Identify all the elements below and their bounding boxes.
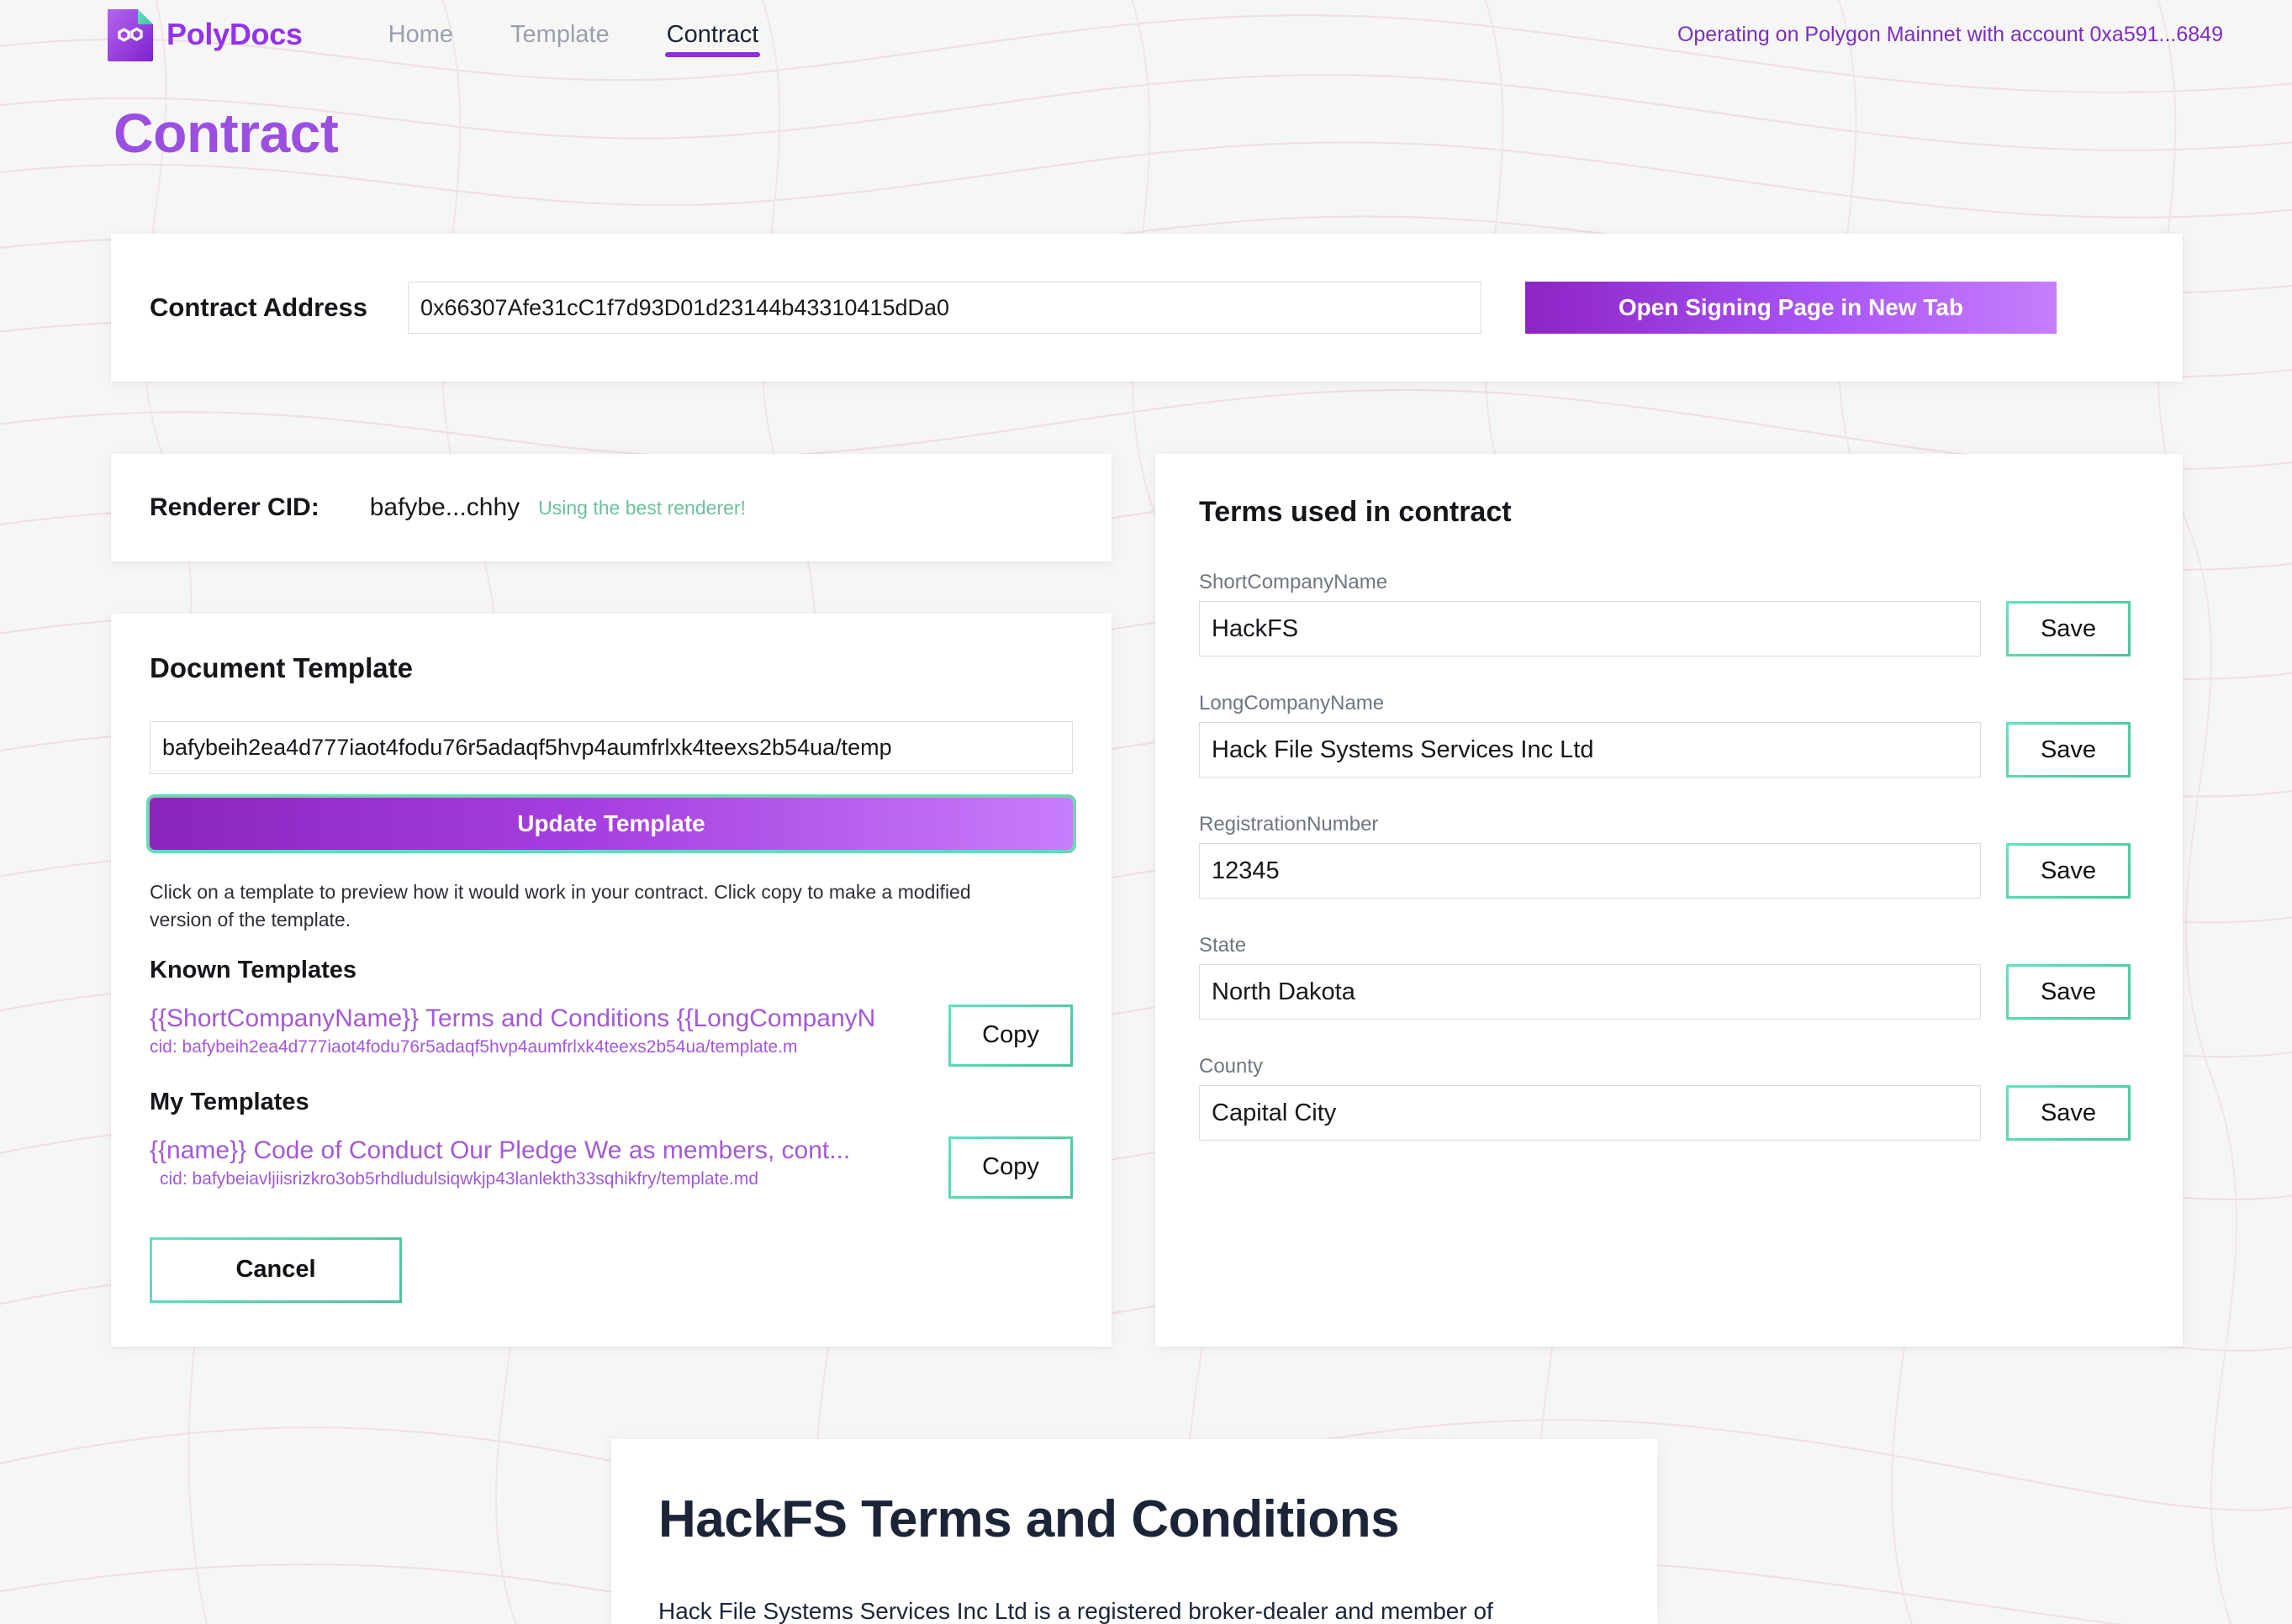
term-label: County <box>1199 1055 1264 1078</box>
template-help-text: Click on a template to preview how it wo… <box>150 881 971 931</box>
update-template-button[interactable]: Update Template <box>146 794 1076 853</box>
known-template-info: {{ShortCompanyName}} Terms and Condition… <box>150 1003 875 1058</box>
nav-link-contract[interactable]: Contract <box>638 0 788 69</box>
save-longcompanyname-button[interactable]: Save <box>2006 722 2131 778</box>
page-root: PolyDocs Home Template Contract Operatin… <box>0 0 2292 1624</box>
my-template-item[interactable]: {{name}} Code of Conduct Our Pledge We a… <box>150 1135 1073 1199</box>
open-signing-page-button[interactable]: Open Signing Page in New Tab <box>1524 282 2057 334</box>
term-row: Save <box>1199 601 2139 656</box>
account-status: Operating on Polygon Mainnet with accoun… <box>1677 22 2223 46</box>
contract-address-card: Contract Address Open Signing Page in Ne… <box>111 234 2183 382</box>
document-preview-title: HackFS Terms and Conditions <box>658 1490 1400 1548</box>
save-county-button[interactable]: Save <box>2006 1085 2131 1141</box>
known-templates-heading: Known Templates <box>150 956 356 983</box>
known-template-cid: cid: bafybeih2ea4d777iaot4fodu76r5adaqf5… <box>150 1037 798 1057</box>
navbar: PolyDocs Home Template Contract Operatin… <box>0 0 2292 69</box>
renderer-cid-card: Renderer CID: bafybe...chhy Using the be… <box>111 454 1112 562</box>
copy-my-template-button[interactable]: Copy <box>948 1136 1073 1199</box>
term-field-registrationnumber: RegistrationNumber Save <box>1199 813 2139 899</box>
term-field-county: County Save <box>1199 1055 2139 1141</box>
document-preview-card: HackFS Terms and Conditions Hack File Sy… <box>611 1439 1657 1624</box>
copy-known-template-button[interactable]: Copy <box>948 1004 1073 1067</box>
cancel-button[interactable]: Cancel <box>150 1237 402 1303</box>
save-state-button[interactable]: Save <box>2006 964 2131 1020</box>
brand[interactable]: PolyDocs <box>108 8 303 61</box>
nav-links: Home Template Contract <box>360 0 788 69</box>
contract-address-label: Contract Address <box>150 293 367 322</box>
term-field-longcompanyname: LongCompanyName Save <box>1199 692 2139 778</box>
renderer-cid-label: Renderer CID: <box>150 493 320 521</box>
my-template-cid: cid: bafybeiavljiisrizkro3ob5rhdludulsiq… <box>160 1169 759 1189</box>
terms-heading: Terms used in contract <box>1199 496 1512 528</box>
term-field-state: State Save <box>1199 934 2139 1020</box>
my-template-info: {{name}} Code of Conduct Our Pledge We a… <box>150 1135 850 1190</box>
document-preview-body: Hack File Systems Services Inc Ltd is a … <box>658 1598 1493 1624</box>
my-templates-heading: My Templates <box>150 1088 309 1115</box>
document-template-card: Document Template Update Template Click … <box>111 614 1112 1347</box>
term-label: RegistrationNumber <box>1199 813 1379 836</box>
term-input-longcompanyname[interactable] <box>1199 722 1981 778</box>
term-field-shortcompanyname: ShortCompanyName Save <box>1199 571 2139 656</box>
term-row: Save <box>1199 964 2139 1020</box>
term-row: Save <box>1199 1085 2139 1141</box>
nav-link-home[interactable]: Home <box>360 0 482 69</box>
nav-link-template[interactable]: Template <box>482 0 638 69</box>
term-label: State <box>1199 934 1247 957</box>
save-registrationnumber-button[interactable]: Save <box>2006 843 2131 899</box>
term-input-county[interactable] <box>1199 1085 1981 1141</box>
term-label: LongCompanyName <box>1199 692 1385 714</box>
save-shortcompanyname-button[interactable]: Save <box>2006 601 2131 656</box>
term-input-shortcompanyname[interactable] <box>1199 601 1981 656</box>
term-input-state[interactable] <box>1199 964 1981 1020</box>
renderer-cid-value: bafybe...chhy <box>369 493 520 521</box>
renderer-status-note: Using the best renderer! <box>538 496 746 519</box>
terms-card: Terms used in contract ShortCompanyName … <box>1155 454 2183 1347</box>
contract-address-input[interactable] <box>407 282 1481 334</box>
known-template-item[interactable]: {{ShortCompanyName}} Terms and Condition… <box>150 1003 1073 1067</box>
document-template-heading: Document Template <box>150 652 413 683</box>
term-row: Save <box>1199 722 2139 778</box>
known-template-title[interactable]: {{ShortCompanyName}} Terms and Condition… <box>150 1003 875 1035</box>
polygon-document-icon <box>108 9 153 61</box>
template-cid-input[interactable] <box>150 721 1073 774</box>
my-template-title[interactable]: {{name}} Code of Conduct Our Pledge We a… <box>150 1135 850 1167</box>
brand-name: PolyDocs <box>166 17 303 51</box>
page-title: Contract <box>114 102 339 164</box>
term-input-registrationnumber[interactable] <box>1199 843 1981 899</box>
term-label: ShortCompanyName <box>1199 571 1388 593</box>
term-row: Save <box>1199 843 2139 899</box>
